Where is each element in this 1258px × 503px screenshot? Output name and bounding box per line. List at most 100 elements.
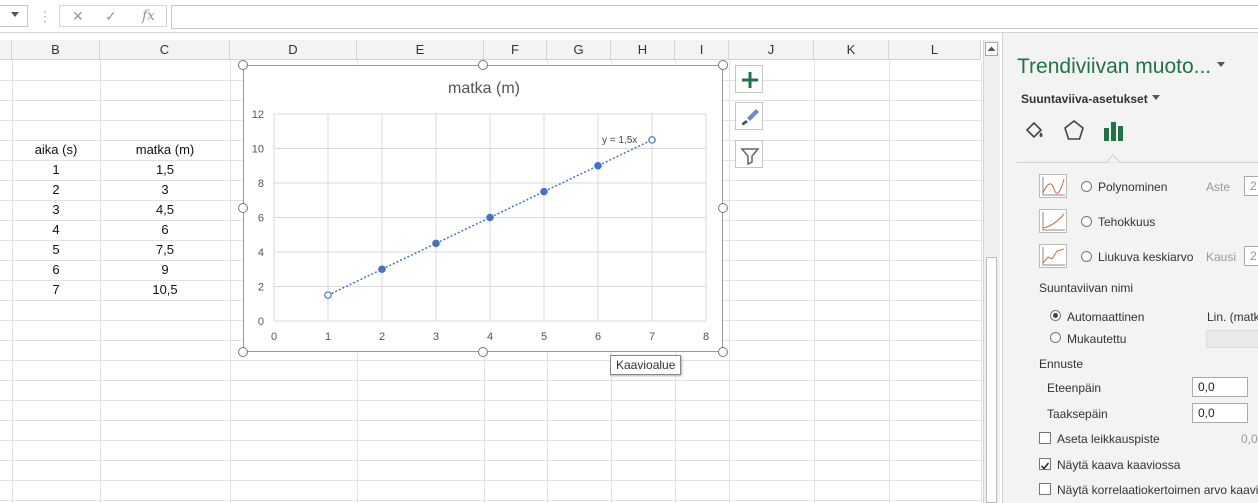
resize-handle[interactable] (238, 203, 248, 213)
custom-name-input[interactable] (1206, 330, 1258, 348)
chart-title: matka (m) (448, 80, 520, 97)
chevron-down-icon[interactable] (11, 12, 19, 17)
table-cell[interactable]: 7 (12, 280, 100, 300)
row-gridline (0, 480, 981, 481)
chart-area[interactable]: matka (m) 0 1 2 3 4 5 6 7 8 0 2 4 6 8 10 12 y = 1,5x (243, 65, 723, 352)
intercept-value[interactable]: 0,0 (1241, 432, 1258, 446)
power-label[interactable]: Tehokkuus (1098, 215, 1155, 229)
column-header[interactable]: J (729, 40, 814, 60)
row-gridline (0, 360, 981, 361)
column-header[interactable]: E (357, 40, 484, 60)
column-gridline (230, 60, 231, 503)
column-header[interactable]: L (889, 40, 981, 60)
table-header-cell[interactable]: matka (m) (100, 140, 230, 160)
data-point (378, 265, 386, 274)
row-gridline (0, 440, 981, 441)
set-intercept-label[interactable]: Aseta leikkauspiste (1057, 432, 1160, 446)
trendline-options-icon[interactable] (1101, 118, 1127, 144)
automatic-name-value: Lin. (matka (m)) (1207, 310, 1258, 324)
table-cell[interactable]: 1 (12, 160, 100, 180)
table-cell[interactable]: 4 (12, 220, 100, 240)
period-label: Kausi (1206, 250, 1237, 264)
forward-label: Eteenpäin (1047, 381, 1102, 395)
set-intercept-checkbox[interactable] (1039, 432, 1051, 444)
pane-subtitle[interactable]: Suuntaviiva-asetukset (1021, 92, 1148, 106)
chart-elements-button[interactable] (735, 65, 763, 93)
row-gridline (0, 420, 981, 421)
resize-handle[interactable] (718, 347, 728, 357)
polynomial-label[interactable]: Polynominen (1098, 180, 1167, 194)
order-label: Aste (1206, 180, 1231, 194)
column-header[interactable]: F (484, 40, 547, 60)
table-cell[interactable]: 7,5 (100, 240, 230, 260)
backward-label: Taaksepäin (1047, 407, 1108, 421)
filter-icon (740, 148, 760, 166)
chevron-down-icon[interactable] (1151, 94, 1161, 102)
more-icon: ⋮ (38, 8, 52, 24)
y-tick-label: 10 (252, 144, 264, 156)
resize-handle[interactable] (718, 203, 728, 213)
show-r2-label[interactable]: Näytä korrelaatiokertoimen arvo kaavioss… (1057, 483, 1258, 497)
column-header[interactable]: I (675, 40, 729, 60)
cancel-icon[interactable]: ✕ (72, 8, 84, 25)
power-radio[interactable] (1081, 216, 1092, 227)
chevron-down-icon[interactable] (1216, 61, 1226, 69)
table-cell[interactable]: 2 (12, 180, 100, 200)
resize-handle[interactable] (478, 347, 488, 357)
data-point (594, 161, 602, 170)
show-equation-checkbox[interactable] (1039, 458, 1051, 470)
y-tick-label: 4 (258, 247, 264, 259)
order-input[interactable]: 2 (1244, 176, 1258, 196)
period-input[interactable]: 2 (1244, 246, 1258, 266)
custom-label[interactable]: Mukautettu (1067, 332, 1126, 346)
column-header[interactable]: H (611, 40, 675, 60)
column-header[interactable]: B (12, 40, 100, 60)
resize-handle[interactable] (718, 60, 728, 70)
backward-input[interactable]: 0,0 (1192, 403, 1248, 423)
confirm-icon[interactable]: ✓ (105, 8, 117, 25)
column-header[interactable]: G (547, 40, 611, 60)
resize-handle[interactable] (238, 347, 248, 357)
resize-handle[interactable] (478, 60, 488, 70)
table-header-cell[interactable]: aika (s) (12, 140, 100, 160)
formula-input[interactable] (171, 5, 1258, 29)
table-cell[interactable]: 3 (100, 180, 230, 200)
x-tick-label: 0 (271, 331, 277, 343)
table-cell[interactable]: 6 (100, 220, 230, 240)
arrow-up-icon (987, 46, 996, 51)
x-tick-label: 5 (541, 331, 547, 343)
column-header[interactable]: C (100, 40, 230, 60)
show-equation-label[interactable]: Näytä kaava kaaviossa (1057, 458, 1180, 472)
moving-average-radio[interactable] (1081, 251, 1092, 262)
custom-radio[interactable] (1050, 332, 1061, 343)
polynomial-radio[interactable] (1081, 181, 1092, 192)
table-cell[interactable]: 5 (12, 240, 100, 260)
resize-handle[interactable] (238, 60, 248, 70)
moving-average-icon (1039, 244, 1067, 268)
function-icon[interactable]: fx (142, 8, 155, 24)
effects-icon[interactable] (1061, 118, 1087, 144)
chart-filters-button[interactable] (735, 140, 763, 168)
chart-styles-button[interactable] (735, 102, 763, 130)
tooltip: Kaavioalue (610, 355, 682, 375)
scroll-up-button[interactable] (985, 42, 998, 56)
automatic-label[interactable]: Automaattinen (1067, 310, 1144, 324)
row-gridline (0, 460, 981, 461)
column-header[interactable]: D (230, 40, 357, 60)
moving-average-label[interactable]: Liukuva keskiarvo (1098, 250, 1193, 264)
table-cell[interactable]: 3 (12, 200, 100, 220)
row-gridline (0, 380, 981, 381)
fill-line-icon[interactable] (1021, 118, 1047, 144)
table-cell[interactable]: 10,5 (100, 280, 230, 300)
x-tick-label: 1 (325, 331, 331, 343)
table-cell[interactable]: 6 (12, 260, 100, 280)
automatic-radio[interactable] (1050, 310, 1061, 321)
scroll-thumb[interactable] (986, 257, 997, 503)
column-header[interactable]: K (814, 40, 889, 60)
table-cell[interactable]: 1,5 (100, 160, 230, 180)
forward-input[interactable]: 0,0 (1192, 377, 1248, 397)
table-cell[interactable]: 4,5 (100, 200, 230, 220)
x-tick-label: 4 (487, 331, 493, 343)
table-cell[interactable]: 9 (100, 260, 230, 280)
show-r2-checkbox[interactable] (1039, 483, 1051, 495)
